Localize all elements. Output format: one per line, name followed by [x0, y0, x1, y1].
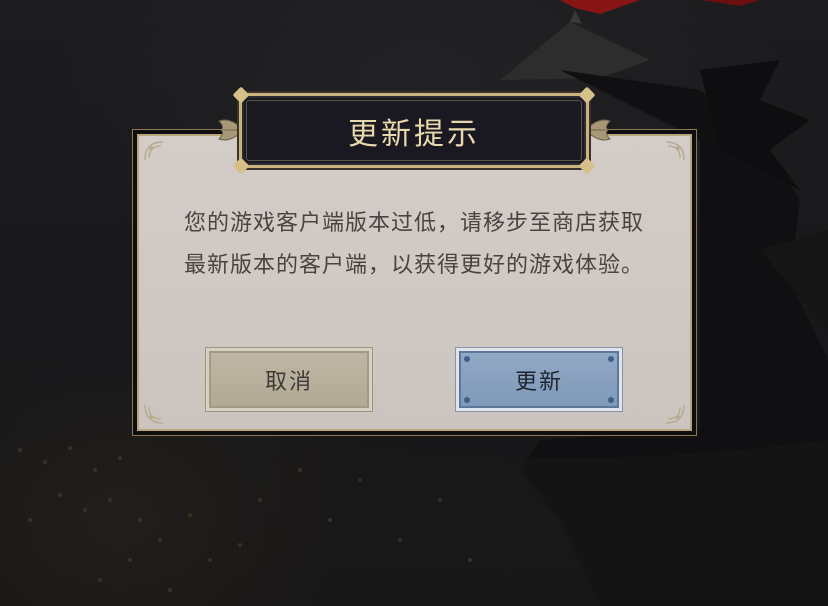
button-corner-icon — [464, 356, 470, 362]
corner-flourish-icon — [144, 404, 164, 424]
update-button[interactable]: 更新 — [456, 348, 622, 411]
corner-flourish-icon — [665, 404, 685, 424]
dialog-title-plate: 更新提示 — [232, 86, 596, 175]
corner-flourish-icon — [665, 141, 685, 161]
cancel-button-label: 取消 — [264, 369, 313, 395]
button-corner-icon — [464, 397, 470, 403]
dialog-message: 您的游戏客户端版本过低，请移步至商店获取最新版本的客户端，以获得更好的游戏体验。 — [184, 211, 645, 278]
dialog-title: 更新提示 — [348, 116, 480, 152]
button-corner-icon — [608, 397, 614, 403]
game-screen: 更新提示 您的游戏客户端版本过低，请移步至商店获取最新版本的客户端，以获得更好的… — [0, 0, 828, 606]
cancel-button[interactable]: 取消 — [206, 348, 372, 411]
update-button-label: 更新 — [514, 369, 563, 395]
button-corner-icon — [608, 356, 614, 362]
corner-flourish-icon — [144, 141, 164, 161]
